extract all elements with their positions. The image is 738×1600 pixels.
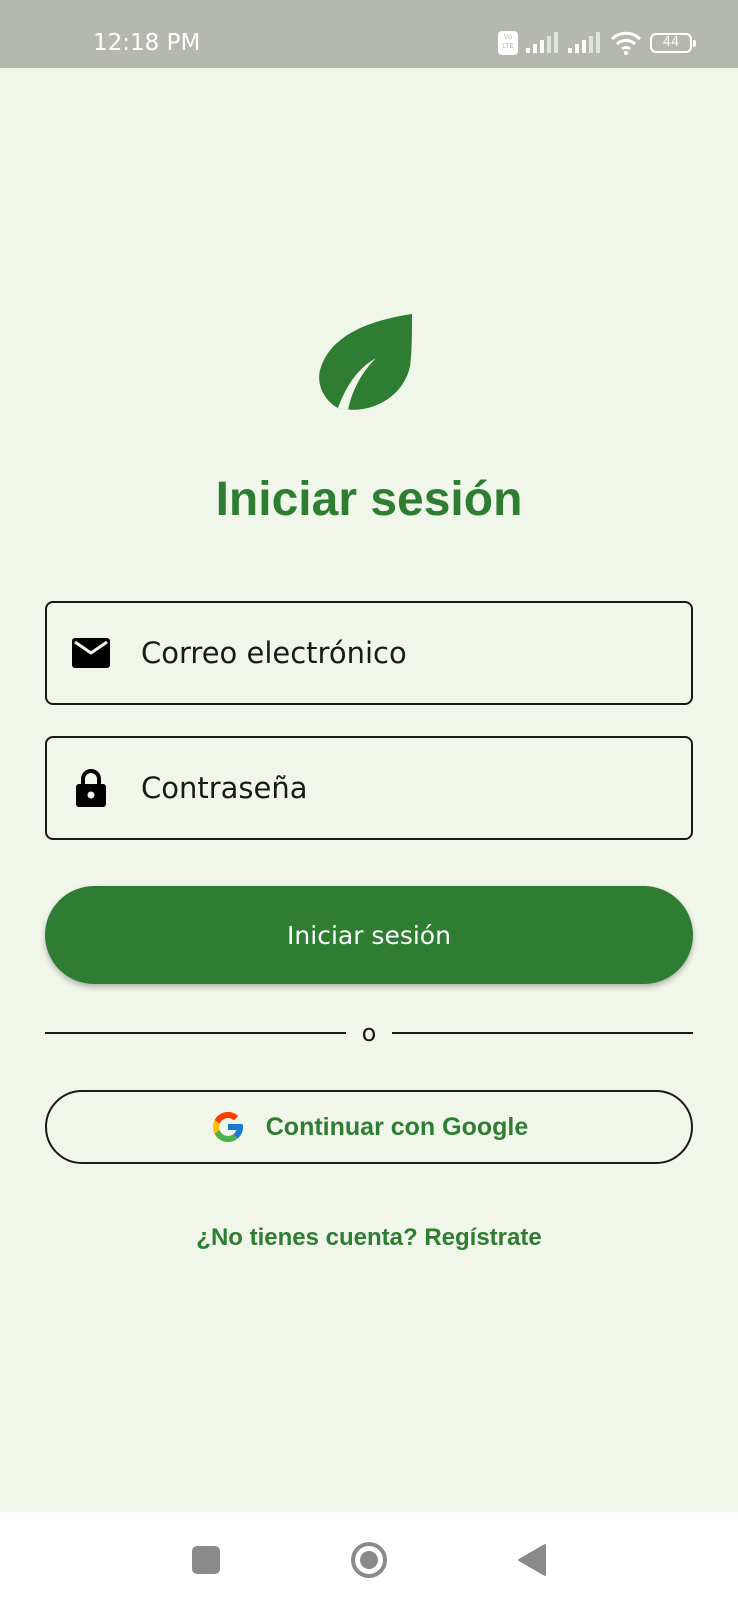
password-field[interactable] xyxy=(45,736,693,840)
google-login-label: Continuar con Google xyxy=(265,1112,529,1141)
leaf-icon xyxy=(319,314,412,410)
recents-icon[interactable] xyxy=(186,1540,226,1580)
mail-icon xyxy=(71,633,111,673)
google-icon xyxy=(212,1112,243,1142)
signal-icon xyxy=(568,32,600,53)
divider-line-left xyxy=(45,1032,346,1034)
register-link[interactable]: ¿No tienes cuenta? Regístrate xyxy=(0,1224,738,1252)
google-login-button[interactable]: Continuar con Google xyxy=(45,1090,693,1164)
login-button[interactable]: Iniciar sesión xyxy=(45,886,693,984)
password-input[interactable] xyxy=(141,771,661,805)
email-input[interactable] xyxy=(141,636,661,670)
signal-icon xyxy=(526,32,558,53)
volte-icon: Vo LTE xyxy=(498,31,518,55)
divider-text: o xyxy=(361,1019,377,1047)
status-bar: 12:18 PM Vo LTE 44 xyxy=(0,0,738,68)
email-field[interactable] xyxy=(45,601,693,705)
home-icon[interactable] xyxy=(349,1540,389,1580)
divider: o xyxy=(45,1018,693,1048)
divider-line-right xyxy=(392,1032,693,1034)
lock-icon xyxy=(71,768,111,808)
battery-icon: 44 xyxy=(650,33,696,53)
back-icon[interactable] xyxy=(512,1540,552,1580)
navigation-bar xyxy=(0,1512,738,1600)
page-title: Iniciar sesión xyxy=(215,473,523,526)
wifi-icon xyxy=(610,31,642,55)
status-time: 12:18 PM xyxy=(93,30,201,56)
status-icons: Vo LTE 44 xyxy=(498,28,696,58)
